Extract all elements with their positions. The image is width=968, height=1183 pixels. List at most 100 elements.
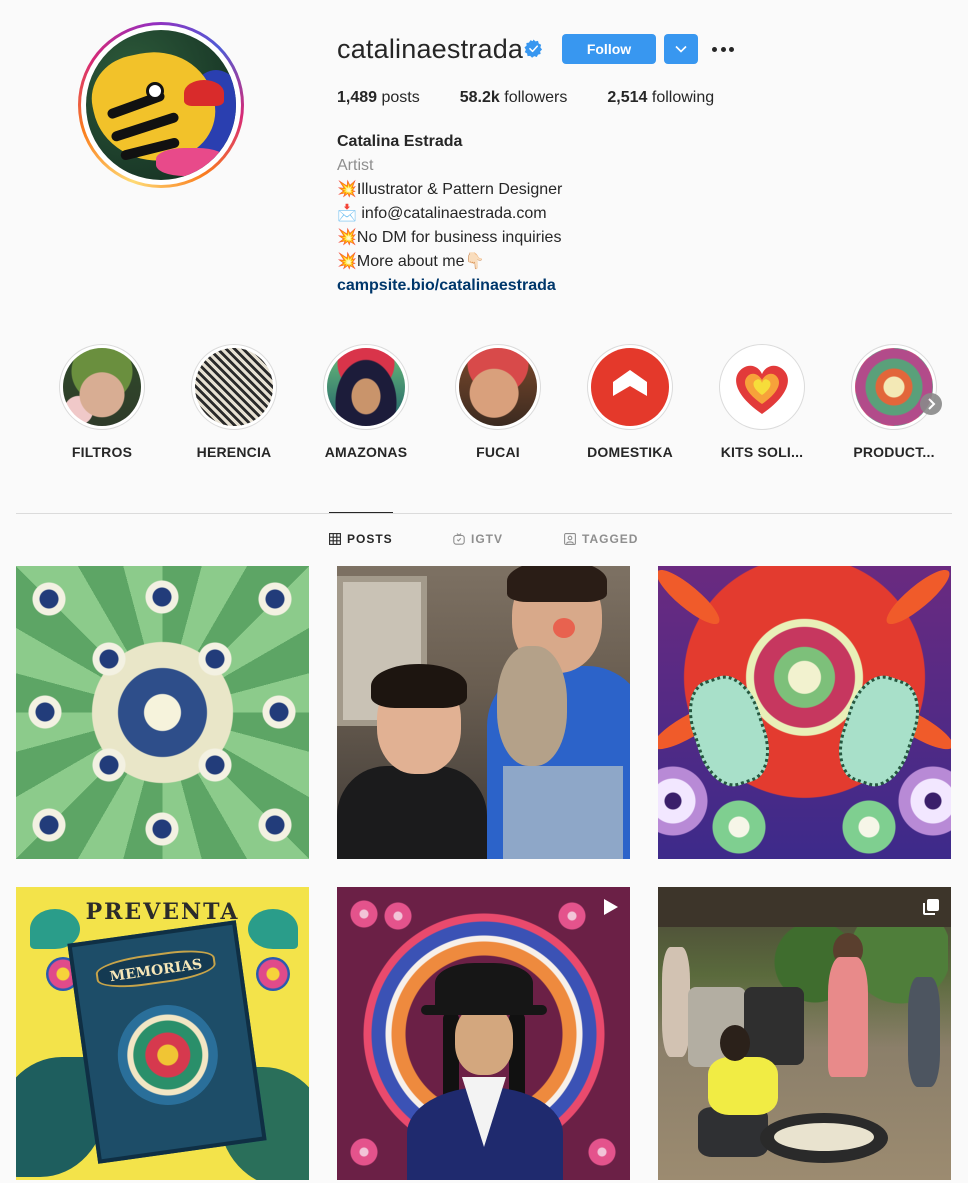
highlight-ring [455, 344, 541, 430]
post-art-leaf [658, 566, 726, 632]
follow-button[interactable]: Follow [562, 34, 656, 64]
following-label: following [651, 89, 715, 106]
tab-igtv[interactable]: IGTV [453, 532, 503, 546]
post-art-flower [22, 689, 68, 735]
avatar-art-tongue [156, 148, 226, 176]
post-art-flower [192, 636, 238, 682]
post-art-food [774, 1123, 874, 1151]
highlights-next-button[interactable] [920, 393, 942, 415]
profile-bio: Catalina Estrada Artist 💥Illustrator & P… [337, 130, 562, 298]
tab-label: TAGGED [582, 532, 639, 546]
highlight-ring [851, 344, 937, 430]
followers-label: followers [504, 89, 568, 106]
following-count: 2,514 [607, 89, 648, 106]
post-art-person [828, 957, 868, 1077]
followers-stat[interactable]: 58.2k followers [460, 89, 568, 107]
highlight-ring [719, 344, 805, 430]
profile-avatar[interactable] [78, 22, 244, 188]
post-art-flower [252, 802, 298, 848]
post-art-person [708, 1057, 778, 1115]
post-art-flower [139, 806, 185, 852]
highlight-amazonas[interactable]: AMAZONAS [300, 344, 432, 460]
post-art-flower [26, 802, 72, 848]
post-thumbnail[interactable] [16, 566, 309, 859]
post-art-hair [371, 664, 467, 708]
tab-tagged[interactable]: TAGGED [564, 532, 638, 546]
post-art-head [720, 1025, 750, 1061]
avatar-art-mouth [184, 80, 224, 106]
post-art-flower [252, 576, 298, 622]
highlight-cover [723, 348, 801, 426]
tabs-divider [16, 513, 952, 514]
post-art-shirt [503, 766, 623, 859]
bio-email-line: 📩 info@catalinaestrada.com [337, 205, 547, 222]
active-tab-indicator [329, 512, 393, 513]
highlight-label: FILTROS [71, 444, 133, 460]
highlight-kits-solidarios[interactable]: KITS SOLI... [696, 344, 828, 460]
tab-label: POSTS [347, 532, 393, 546]
story-highlights: FILTROS HERENCIA AMAZONAS FUCAI DOMESTIK… [16, 344, 952, 464]
post-art-flower [192, 742, 238, 788]
post-art-ornament [111, 998, 225, 1112]
post-art-flower [256, 957, 290, 991]
grid-icon [329, 533, 341, 545]
profile-full-name: Catalina Estrada [337, 133, 463, 150]
highlight-label: KITS SOLI... [720, 444, 804, 460]
carousel-icon [923, 899, 939, 915]
post-art-flower [557, 901, 587, 931]
highlight-cover [327, 348, 405, 426]
profile-stats: 1,489 posts 58.2k followers 2,514 follow… [337, 89, 754, 107]
post-art-comb [553, 618, 575, 638]
suggested-accounts-button[interactable] [664, 34, 698, 64]
highlight-ring [587, 344, 673, 430]
post-art-roof [658, 887, 951, 927]
highlight-herencia[interactable]: HERENCIA [168, 344, 300, 460]
post-thumbnail[interactable] [658, 566, 951, 859]
tab-posts[interactable]: POSTS [329, 532, 393, 546]
post-thumbnail[interactable] [658, 887, 951, 1180]
profile-username: catalinaestrada [337, 34, 524, 64]
highlight-filtros[interactable]: FILTROS [36, 344, 168, 460]
highlight-ring [323, 344, 409, 430]
post-art-hat-brim [421, 1005, 547, 1015]
post-art-book: MEMORIAS [67, 920, 267, 1164]
post-art-person [662, 947, 690, 1057]
post-art-book-title: MEMORIAS [94, 945, 218, 993]
highlight-label: AMAZONAS [324, 444, 408, 460]
post-art-hen [497, 646, 567, 766]
post-art-person [337, 766, 487, 859]
avatar-border [81, 25, 241, 185]
post-art-leaf [880, 566, 951, 632]
post-art-face [455, 1005, 513, 1075]
highlight-ring [59, 344, 145, 430]
post-art-bloom [834, 792, 904, 859]
post-art-flower [349, 899, 379, 929]
post-thumbnail[interactable] [337, 887, 630, 1180]
igtv-icon [453, 533, 465, 545]
post-art-drum [744, 987, 804, 1065]
post-thumbnail[interactable]: PREVENTA MEMORIAS [16, 887, 309, 1180]
post-art-flower [86, 742, 132, 788]
highlight-cover [591, 348, 669, 426]
avatar-art-eye [146, 82, 164, 100]
posts-count: 1,489 [337, 89, 378, 106]
profile-website-link[interactable]: campsite.bio/catalinaestrada [337, 274, 562, 298]
post-art-bloom [704, 792, 774, 859]
post-art-flower [587, 1137, 617, 1167]
bio-line: 💥No DM for business inquiries [337, 229, 562, 246]
domestika-logo-icon [613, 370, 647, 396]
followers-count: 58.2k [459, 89, 500, 106]
following-stat[interactable]: 2,514 following [607, 89, 714, 107]
verified-badge-icon [524, 39, 543, 58]
post-art-hair [507, 566, 607, 602]
bio-line: 💥Illustrator & Pattern Designer [337, 181, 563, 198]
tagged-icon [564, 533, 576, 545]
post-thumbnail[interactable] [337, 566, 630, 859]
highlight-label: FUCAI [476, 444, 520, 460]
highlight-domestika[interactable]: DOMESTIKA [564, 344, 696, 460]
profile-category: Artist [337, 157, 374, 174]
post-art-flower [86, 636, 132, 682]
posts-stat: 1,489 posts [337, 89, 420, 107]
more-options-icon[interactable] [708, 34, 738, 64]
highlight-fucai[interactable]: FUCAI [432, 344, 564, 460]
